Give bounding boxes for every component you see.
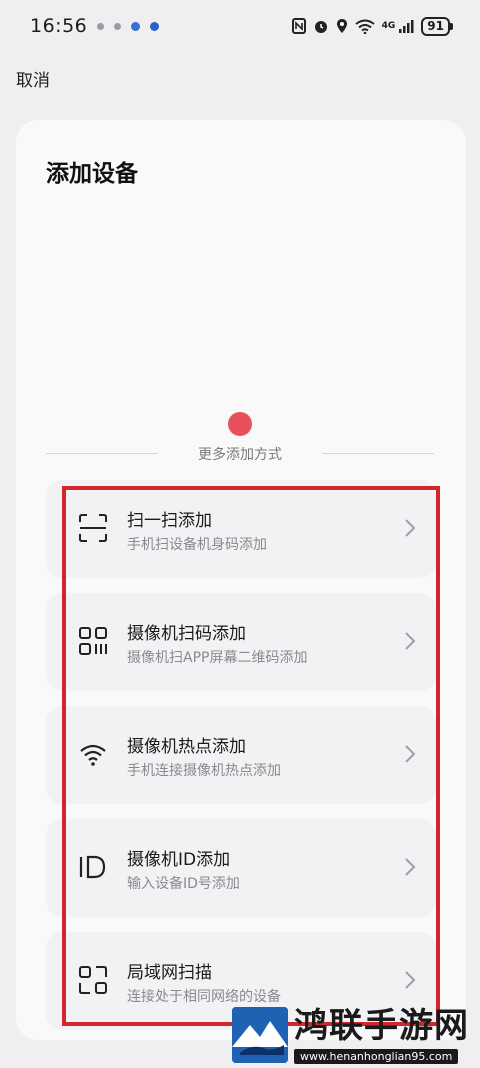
cancel-button[interactable]: 取消 [16, 66, 50, 91]
method-title: 摄像机扫码添加 [127, 624, 246, 644]
status-bar: 16:56 4G 91 [0, 0, 480, 52]
watermark-logo [232, 1007, 288, 1063]
notification-app-icon-2 [150, 21, 160, 31]
watermark-text: 鸿联手游网 www.henanhonglian95.com [294, 1007, 469, 1064]
more-methods-label: 更多添加方式 [198, 447, 282, 463]
method-subtitle: 手机扫设备机身码添加 [127, 537, 267, 553]
location-icon [336, 19, 347, 33]
notification-app-icon [131, 21, 141, 31]
status-left: 16:56 [30, 15, 160, 37]
site-watermark: 鸿联手游网 www.henanhonglian95.com [232, 1004, 472, 1066]
alarm-icon [314, 21, 327, 33]
method-title: 扫一扫添加 [127, 511, 212, 531]
notification-icons [97, 21, 160, 31]
add-device-card: 添加设备 更多添加方式 扫一扫添加 手机扫设备机身码添加 摄像机扫码添加 摄像机… [16, 120, 466, 1040]
method-subtitle: 连接处于相同网络的设备 [127, 989, 281, 1005]
divider-line-right [322, 453, 434, 454]
wifi-status-icon [355, 19, 375, 34]
page-title: 添加设备 [46, 161, 138, 187]
watermark-name: 鸿联手游网 [294, 1005, 469, 1046]
mountain-horse-icon [232, 1007, 288, 1063]
notification-person-icon [97, 22, 105, 30]
more-methods-divider: 更多添加方式 [46, 442, 434, 466]
signal-icon [399, 20, 414, 33]
chevron-right-icon [405, 632, 416, 650]
qr-code-icon [79, 627, 107, 655]
chevron-right-icon [405, 519, 416, 537]
nfc-icon [291, 18, 306, 34]
method-title: 摄像机ID添加 [127, 850, 231, 870]
id-icon [79, 855, 106, 879]
network-type: 4G [381, 21, 396, 31]
method-camera-hotspot[interactable]: 摄像机热点添加 手机连接摄像机热点添加 [46, 706, 436, 804]
status-time: 16:56 [30, 15, 88, 37]
wifi-icon [80, 744, 106, 766]
method-scan[interactable]: 扫一扫添加 手机扫设备机身码添加 [46, 480, 436, 578]
method-camera-qr[interactable]: 摄像机扫码添加 摄像机扫APP屏幕二维码添加 [46, 593, 436, 691]
battery-indicator: 91 [421, 16, 453, 36]
pull-indicator-dot[interactable] [228, 412, 252, 436]
method-camera-id[interactable]: 摄像机ID添加 输入设备ID号添加 [46, 819, 436, 917]
method-subtitle: 手机连接摄像机热点添加 [127, 763, 281, 779]
notification-person-icon-2 [114, 22, 122, 30]
chevron-right-icon [405, 745, 416, 763]
watermark-url: www.henanhonglian95.com [294, 1048, 459, 1064]
method-subtitle: 摄像机扫APP屏幕二维码添加 [127, 650, 308, 666]
scan-frame-icon [79, 514, 107, 542]
method-title: 摄像机热点添加 [127, 737, 246, 757]
status-right: 4G 91 [291, 16, 453, 36]
chevron-right-icon [405, 858, 416, 876]
chevron-right-icon [405, 971, 416, 989]
lan-scan-icon [79, 966, 107, 994]
method-subtitle: 输入设备ID号添加 [127, 876, 240, 892]
method-title: 局域网扫描 [127, 963, 212, 983]
